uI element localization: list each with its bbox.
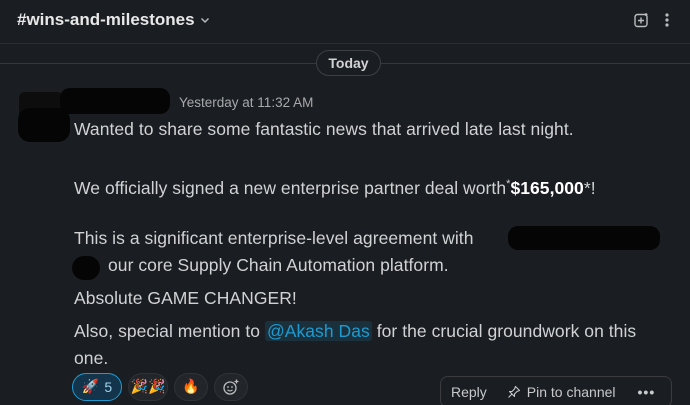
channel-name: #wins-and-milestones bbox=[17, 10, 195, 29]
message-text: *! bbox=[583, 178, 596, 198]
date-divider-pill[interactable]: Today bbox=[316, 50, 381, 76]
message-line-1: Wanted to share some fantastic news that… bbox=[74, 119, 574, 140]
reaction-fire[interactable]: 🔥 bbox=[174, 373, 208, 401]
chevron-down-icon bbox=[200, 18, 209, 23]
message-timestamp[interactable]: Yesterday at 11:32 AM bbox=[179, 95, 313, 110]
add-reaction-button[interactable] bbox=[214, 373, 248, 401]
rocket-icon: 🚀 bbox=[81, 379, 100, 395]
redacted-text bbox=[72, 256, 100, 280]
fire-icon: 🔥 bbox=[182, 379, 200, 395]
message-line-6: Also, special mention to @Akash Das for … bbox=[74, 321, 636, 342]
more-vertical-icon[interactable] bbox=[658, 11, 676, 29]
message-line-2: We officially signed a new enterprise pa… bbox=[74, 178, 596, 199]
deal-amount: $165,000 bbox=[510, 178, 584, 198]
message-actions-bar: Reply Pin to channel ••• bbox=[440, 376, 672, 405]
pin-to-channel-button[interactable]: Pin to channel bbox=[497, 377, 626, 405]
more-actions-button[interactable]: ••• bbox=[626, 377, 668, 405]
pin-icon bbox=[507, 385, 520, 398]
pin-label: Pin to channel bbox=[526, 384, 616, 400]
reply-button[interactable]: Reply bbox=[441, 377, 497, 405]
reaction-party[interactable]: 🎉🎉 bbox=[128, 373, 168, 401]
party-popper-icon: 🎉🎉 bbox=[130, 379, 166, 395]
reaction-rocket[interactable]: 🚀 5 bbox=[72, 373, 122, 401]
user-mention[interactable]: @Akash Das bbox=[264, 321, 372, 341]
message-text: our core Supply Chain Automation platfor… bbox=[108, 255, 449, 275]
message-text: Wanted to share some fantastic news that… bbox=[74, 119, 574, 139]
reply-label: Reply bbox=[451, 384, 487, 400]
reactions-bar: 🚀 5 🎉🎉 🔥 bbox=[72, 373, 248, 401]
message-text: for the crucial groundwork on this bbox=[371, 321, 637, 341]
channel-name-button[interactable]: #wins-and-milestones bbox=[17, 10, 210, 30]
message-line-3: This is a significant enterprise-level a… bbox=[74, 228, 474, 249]
header-actions bbox=[632, 11, 676, 29]
reaction-count: 5 bbox=[104, 379, 113, 395]
message-line-7: one. bbox=[74, 348, 108, 369]
redacted-company bbox=[508, 226, 660, 250]
canvas-add-icon[interactable] bbox=[632, 11, 650, 29]
message-line-5: Absolute GAME CHANGER! bbox=[74, 288, 297, 309]
redacted-name bbox=[60, 88, 170, 114]
message-text: Absolute GAME CHANGER! bbox=[74, 288, 297, 308]
add-reaction-icon bbox=[223, 379, 239, 395]
message-line-4: our core Supply Chain Automation platfor… bbox=[108, 255, 449, 276]
slack-channel-view: #wins-and-milestones Today Yesterday at … bbox=[0, 0, 690, 405]
message-text: This is a significant enterprise-level a… bbox=[74, 228, 474, 248]
message-text: one. bbox=[74, 348, 109, 368]
message-text: We officially signed a new enterprise pa… bbox=[74, 178, 507, 198]
redacted-avatar-overlay bbox=[18, 108, 70, 142]
channel-header: #wins-and-milestones bbox=[0, 0, 690, 44]
message-text: Also, special mention to bbox=[74, 321, 265, 341]
